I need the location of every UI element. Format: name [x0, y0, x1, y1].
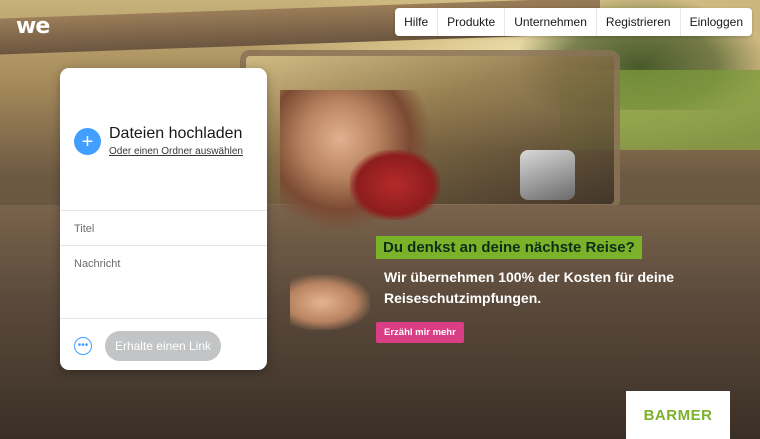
barmer-logo[interactable]: BARMER [626, 391, 730, 439]
message-field-placeholder: Nachricht [74, 258, 121, 270]
nav-item-einloggen[interactable]: Einloggen [679, 8, 752, 36]
top-nav: Hilfe Produkte Unternehmen Registrieren … [395, 8, 752, 36]
ad-cta-button[interactable]: Erzähl mir mehr [376, 322, 464, 343]
title-field-placeholder: Titel [74, 223, 95, 235]
ad-headline[interactable]: Du denkst an deine nächste Reise? [376, 236, 642, 259]
get-link-button[interactable]: Erhalte einen Link [105, 331, 221, 361]
logo[interactable]: we [16, 14, 50, 39]
message-field[interactable]: Nachricht [60, 245, 267, 318]
upload-panel: + Dateien hochladen Oder einen Ordner au… [60, 68, 267, 370]
upload-area[interactable]: + Dateien hochladen Oder einen Ordner au… [74, 125, 243, 157]
select-folder-link[interactable]: Oder einen Ordner auswählen [109, 146, 243, 157]
plus-icon[interactable]: + [74, 128, 101, 155]
nav-item-hilfe[interactable]: Hilfe [395, 8, 437, 36]
nav-item-produkte[interactable]: Produkte [437, 8, 504, 36]
panel-actions: ••• Erhalte einen Link [60, 318, 267, 370]
barmer-logo-text: BARMER [643, 406, 713, 424]
title-field[interactable]: Titel [60, 210, 267, 245]
upload-title[interactable]: Dateien hochladen [109, 125, 243, 143]
nav-item-unternehmen[interactable]: Unternehmen [504, 8, 596, 36]
ellipsis-icon[interactable]: ••• [74, 337, 92, 355]
ad-body[interactable]: Wir übernehmen 100% der Kosten für deine… [384, 267, 704, 309]
nav-item-registrieren[interactable]: Registrieren [595, 8, 680, 36]
